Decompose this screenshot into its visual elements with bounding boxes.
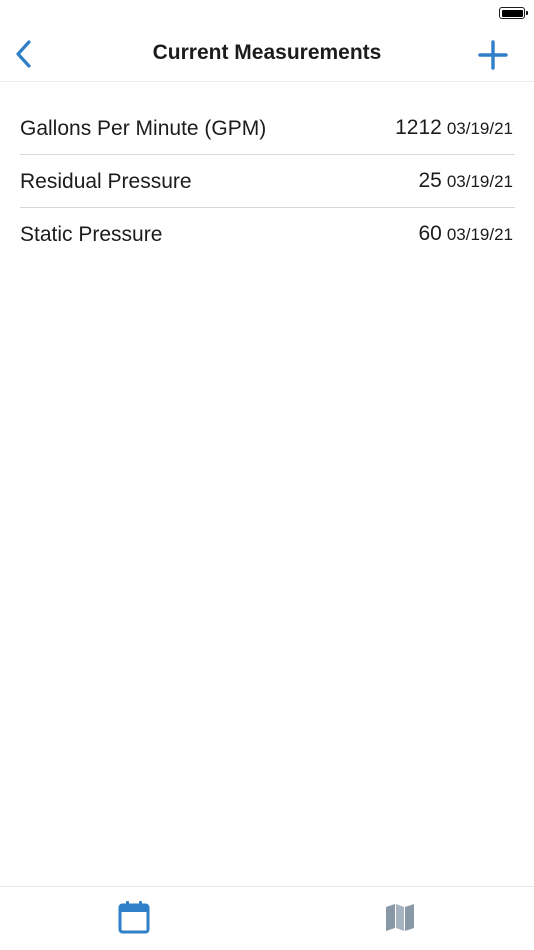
navigation-bar: Current Measurements bbox=[0, 30, 534, 82]
measurement-date: 03/19/21 bbox=[446, 119, 513, 138]
battery-nub bbox=[526, 11, 528, 15]
tab-map[interactable] bbox=[380, 897, 420, 937]
measurement-list: Gallons Per Minute (GPM) 1212 03/19/21 Re… bbox=[20, 102, 515, 261]
measurement-label: Residual Pressure bbox=[20, 170, 192, 193]
measurement-row-static-pressure[interactable]: Static Pressure 60 03/19/21 bbox=[20, 208, 515, 261]
page-title: Current Measurements bbox=[152, 41, 382, 64]
tab-calendar[interactable] bbox=[114, 897, 154, 937]
calendar-icon bbox=[118, 901, 150, 934]
plus-icon bbox=[478, 40, 508, 70]
measurement-date: 03/19/21 bbox=[446, 225, 513, 244]
add-button[interactable] bbox=[476, 38, 510, 72]
measurement-value: 25 bbox=[418, 169, 442, 192]
tab-bar bbox=[0, 886, 534, 950]
measurement-value: 1212 bbox=[395, 116, 442, 139]
status-bar bbox=[0, 0, 534, 30]
measurement-date: 03/19/21 bbox=[446, 172, 513, 191]
battery-icon bbox=[499, 7, 528, 19]
measurement-label: Static Pressure bbox=[20, 223, 163, 246]
battery-fill bbox=[501, 9, 523, 17]
measurement-label: Gallons Per Minute (GPM) bbox=[20, 117, 267, 140]
measurement-row-residual-pressure[interactable]: Residual Pressure 25 03/19/21 bbox=[20, 155, 515, 208]
measurement-value: 60 bbox=[418, 222, 442, 245]
map-icon bbox=[386, 904, 414, 931]
measurement-row-gpm[interactable]: Gallons Per Minute (GPM) 1212 03/19/21 bbox=[20, 102, 515, 155]
